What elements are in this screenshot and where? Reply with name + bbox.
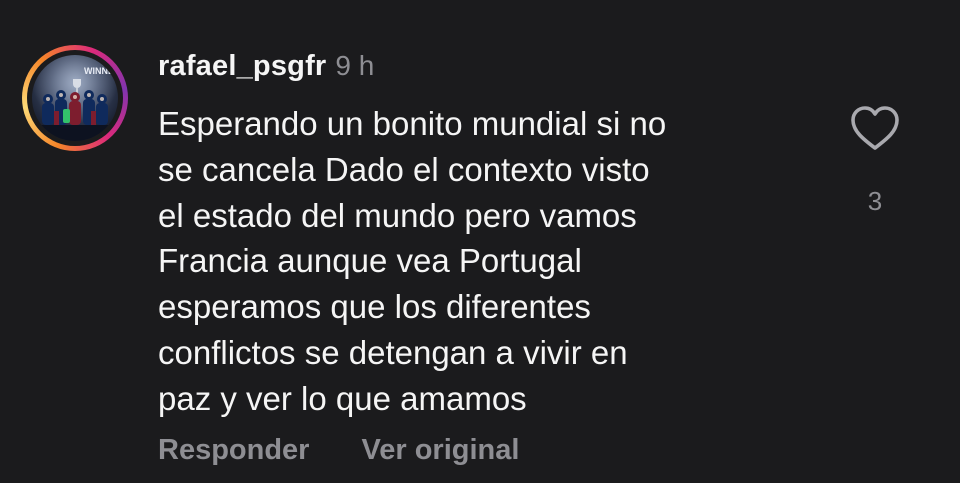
comment-text-line: conflictos se detengan a vivir en [158, 333, 628, 371]
comment-text-line: el estado del mundo pero vamos [158, 196, 637, 234]
comment-text-line: Francia aunque vea Portugal [158, 242, 582, 280]
username-link[interactable]: rafael_psgfr [158, 50, 326, 83]
avatar-team-photo-image: WINNER [32, 55, 118, 141]
comment-actions: Responder Ver original [158, 430, 519, 470]
reply-button[interactable]: Responder [158, 434, 309, 467]
comment-item: WINNER rafael_psgfr 9 h Esperando un bon… [0, 0, 960, 483]
avatar-story-ring[interactable]: WINNER [22, 45, 128, 151]
comment-text-line: Esperando un bonito mundial si no [158, 105, 667, 142]
heart-outline-icon [851, 106, 899, 150]
comment-header: rafael_psgfr 9 h [158, 50, 374, 86]
like-column: 3 [845, 104, 905, 217]
comment-timestamp: 9 h [335, 50, 375, 81]
like-count: 3 [867, 186, 883, 216]
like-button[interactable] [849, 104, 901, 152]
comment-text-line: paz y ver lo que amamos [158, 379, 527, 417]
avatar: WINNER [32, 55, 118, 141]
comment-text-line: se cancela Dado el contexto visto [158, 150, 650, 188]
see-original-button[interactable]: Ver original [361, 434, 519, 467]
comment-body: Esperando un bonito mundial si no se can… [158, 101, 818, 422]
comment-text-line: esperamos que los diferentes [158, 288, 591, 326]
